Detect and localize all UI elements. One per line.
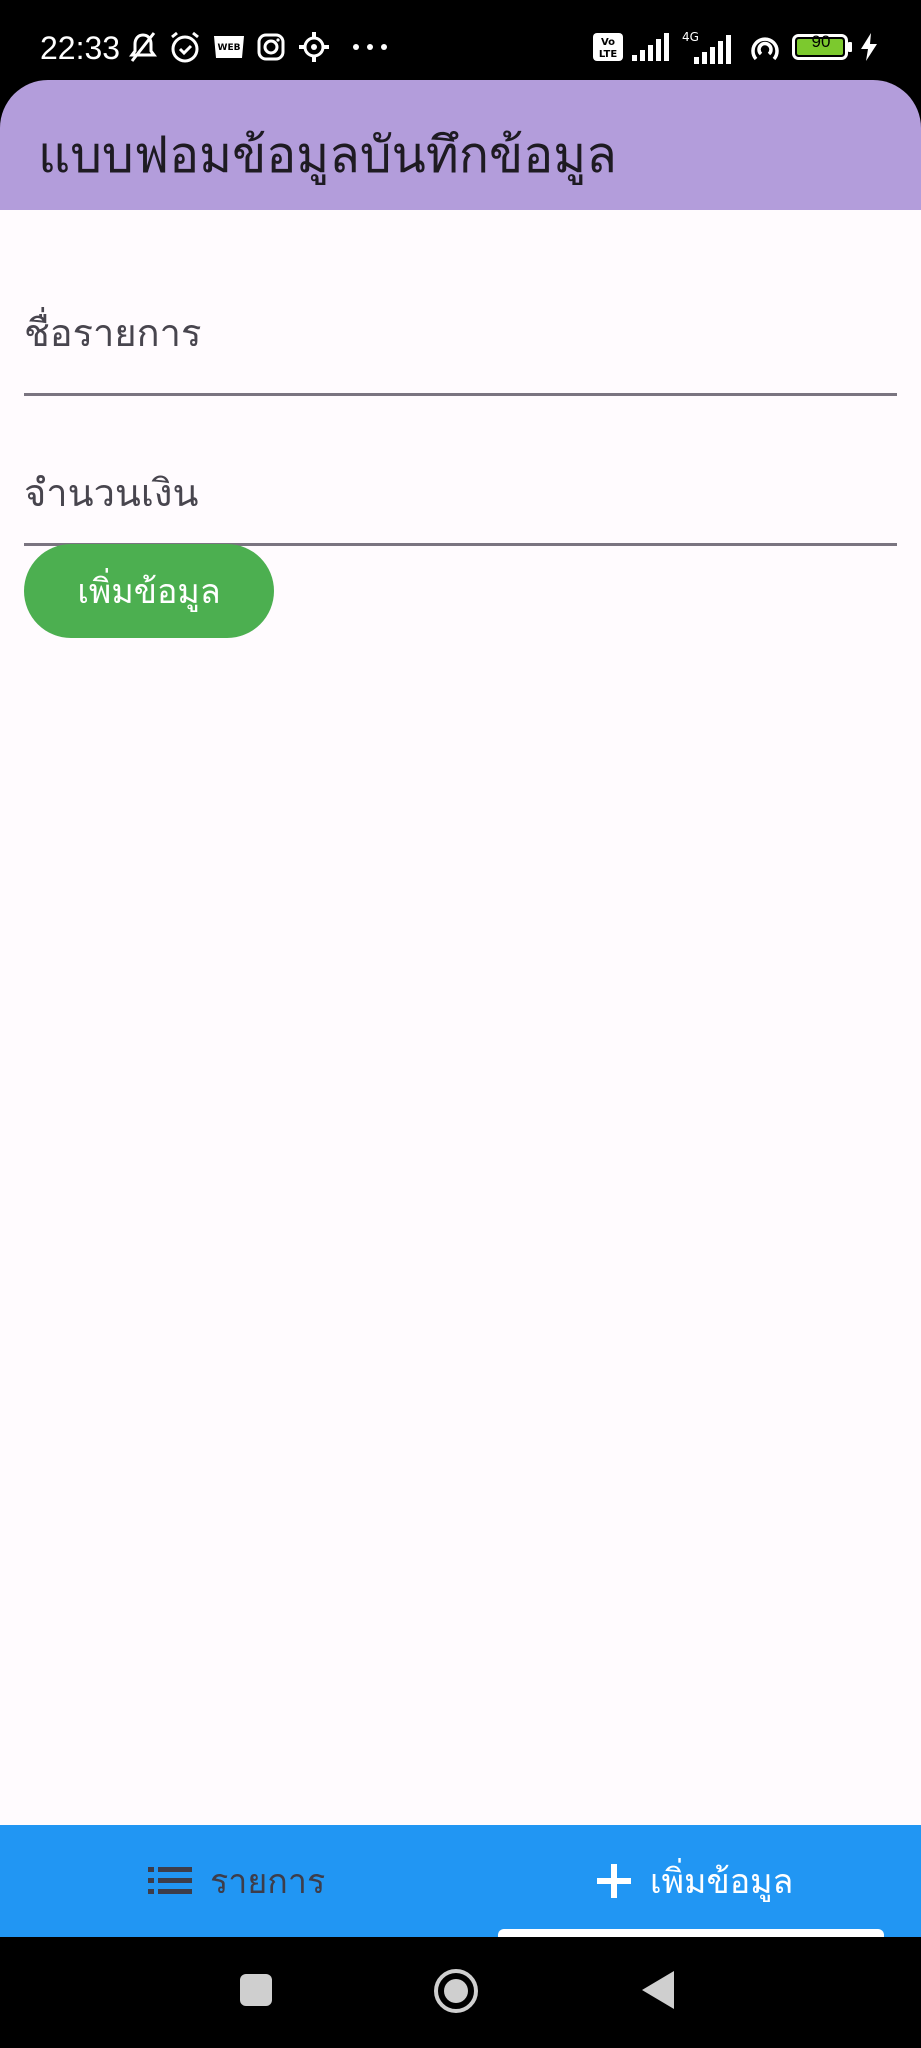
instagram-icon	[256, 30, 286, 64]
signal-4g-icon: 4G	[680, 30, 738, 64]
item-name-field[interactable]: ชื่อรายการ	[24, 230, 897, 396]
svg-text:Vo: Vo	[601, 37, 615, 48]
recents-icon[interactable]	[239, 1973, 273, 2011]
system-nav-bar	[0, 1937, 921, 2048]
plus-icon	[596, 1863, 632, 1899]
svg-text:LTE: LTE	[599, 49, 618, 60]
nav-item-list-label: รายการ	[210, 1862, 326, 1902]
list-icon	[148, 1866, 192, 1896]
nav-item-list[interactable]: รายการ	[148, 1825, 325, 1937]
gear-icon	[298, 30, 330, 64]
amount-label: จำนวนเงิน	[24, 471, 199, 515]
amount-field[interactable]: จำนวนเงิน	[24, 410, 897, 546]
bell-off-icon	[128, 30, 158, 64]
battery-level: 90	[811, 32, 831, 51]
selected-tab-indicator	[498, 1929, 884, 1937]
svg-text:4G: 4G	[682, 30, 699, 44]
form-container: ชื่อรายการ จำนวนเงิน เพิ่มข้อมูล	[0, 210, 921, 1825]
add-data-button[interactable]: เพิ่มข้อมูล	[24, 544, 274, 638]
battery-icon: 90	[792, 30, 854, 64]
status-time: 22:33	[40, 30, 121, 66]
nav-item-add-label: เพิ่มข้อมูล	[650, 1862, 794, 1902]
signal-icon	[630, 30, 672, 64]
page-title: แบบฟอมข้อมูลบันทึกข้อมูล	[38, 126, 617, 184]
nav-item-add[interactable]: เพิ่มข้อมูล	[596, 1825, 793, 1937]
app-bar: แบบฟอมข้อมูลบันทึกข้อมูล	[0, 80, 921, 210]
status-bar: 22:33 WEB Vo LTE 4G 90	[0, 0, 921, 80]
hotspot-icon	[748, 30, 782, 64]
bottom-nav: รายการ เพิ่มข้อมูล	[0, 1825, 921, 1937]
webtoon-icon: WEB	[212, 30, 246, 64]
back-icon[interactable]	[640, 1969, 676, 2015]
home-icon[interactable]	[432, 1967, 480, 2019]
svg-text:WEB: WEB	[218, 43, 241, 53]
alarm-icon	[168, 30, 202, 64]
charging-icon	[858, 30, 880, 64]
more-icon	[350, 30, 390, 64]
volte-icon: Vo LTE	[592, 30, 624, 64]
item-name-label: ชื่อรายการ	[24, 311, 202, 355]
